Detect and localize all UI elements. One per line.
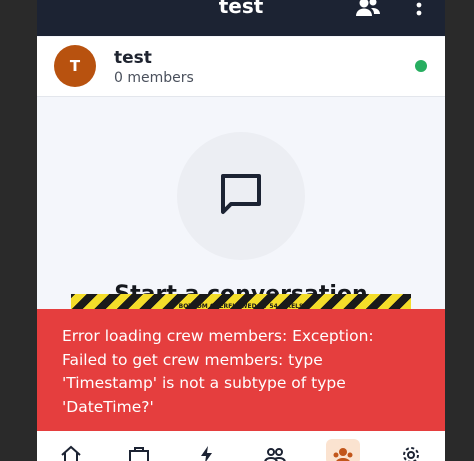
nav-home[interactable] [60,441,82,461]
app-bar-title: test [218,0,264,18]
nav-jobs[interactable] [128,441,150,461]
nav-crew[interactable] [326,439,360,461]
crew-header[interactable]: T test 0 members [37,37,445,97]
home-icon [61,445,81,461]
nav-activity[interactable] [196,441,218,461]
nav-community[interactable] [264,441,286,461]
briefcase-icon [129,447,149,461]
settings-icon [403,447,419,461]
bottom-navigation [37,431,445,461]
crew-name: test [114,48,152,68]
chat-bubble-icon [221,174,261,214]
error-snackbar: Error loading crew members: Exception: F… [37,309,445,431]
lightning-icon [201,446,212,461]
crew-icon [333,448,353,461]
nav-settings[interactable] [400,441,422,461]
crew-member-count: 0 members [114,70,194,86]
group-icon [264,448,286,461]
members-button[interactable] [355,0,381,18]
crew-avatar: T [54,45,96,87]
people-icon [356,0,380,16]
more-vert-icon [416,2,422,16]
phone-screen: test T test 0 members Start a conversati… [37,0,445,461]
overflow-menu-button[interactable] [411,0,427,18]
error-message: Error loading crew members: Exception: F… [62,327,374,416]
app-bar: test [37,0,445,36]
online-status-indicator [415,60,427,72]
